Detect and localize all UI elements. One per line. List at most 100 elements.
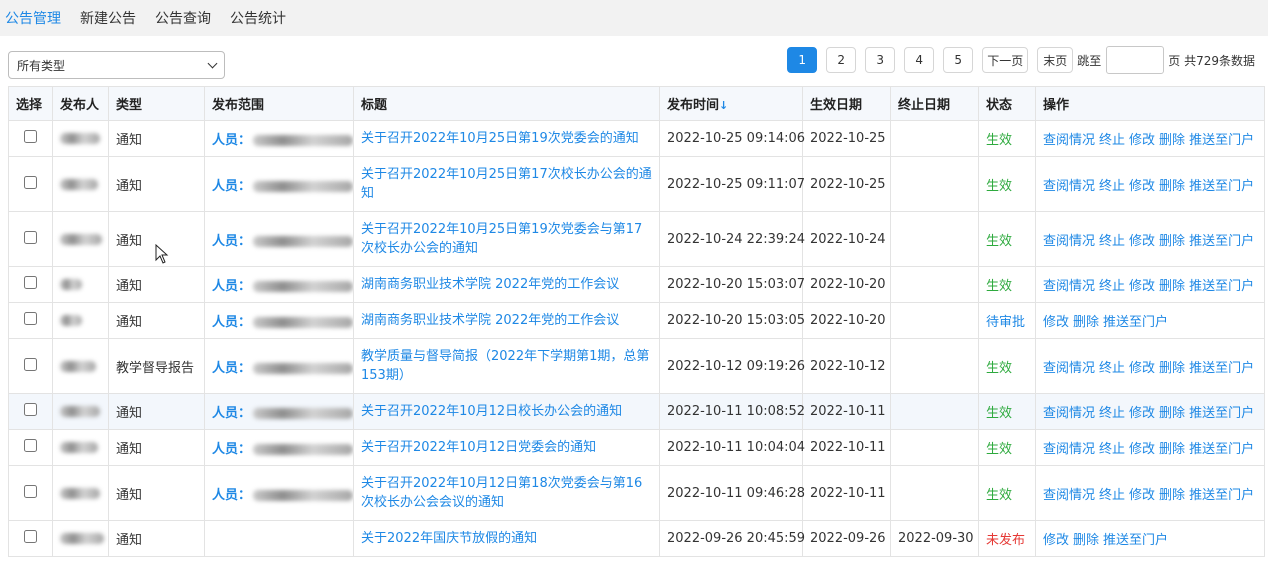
action-link[interactable]: 修改 [1129, 279, 1155, 294]
action-link[interactable]: 推送至门户 [1189, 488, 1254, 503]
next-page-button[interactable]: 下一页 [982, 47, 1029, 73]
row-checkbox[interactable] [24, 230, 37, 244]
row-checkbox[interactable] [24, 403, 37, 416]
title-link[interactable]: 关于召开2022年10月25日第19次党委会的通知 [361, 131, 639, 146]
table-row[interactable]: 通知 人员： 关于召开2022年10月12日校长办公会的通知 2022-10-1… [8, 393, 1265, 430]
end-date-cell [890, 120, 979, 157]
action-link[interactable]: 修改 [1129, 442, 1155, 457]
action-link[interactable]: 删除 [1159, 488, 1185, 503]
nav-new-announcement[interactable]: 新建公告 [80, 8, 136, 28]
title-link[interactable]: 湖南商务职业技术学院 2022年党的工作会议 [361, 313, 619, 328]
action-link[interactable]: 修改 [1043, 533, 1069, 548]
table-row[interactable]: 通知 关于2022年国庆节放假的通知 2022-09-26 20:45:59 2… [8, 520, 1265, 557]
table-row[interactable]: 通知 人员： 湖南商务职业技术学院 2022年党的工作会议 2022-10-20… [8, 266, 1265, 303]
action-link[interactable]: 修改 [1129, 133, 1155, 148]
title-link[interactable]: 湖南商务职业技术学院 2022年党的工作会议 [361, 277, 619, 292]
action-link[interactable]: 删除 [1073, 533, 1099, 548]
table-row[interactable]: 通知 人员： 关于召开2022年10月25日第19次党委会与第17次校长办公会的… [8, 211, 1265, 267]
action-link[interactable]: 删除 [1159, 442, 1185, 457]
action-link[interactable]: 删除 [1073, 315, 1099, 330]
table-row[interactable]: 教学督导报告 人员： 教学质量与督导简报（2022年下学期第1期，总第153期）… [8, 338, 1265, 394]
action-link[interactable]: 删除 [1159, 406, 1185, 421]
page-button-5[interactable]: 5 [943, 47, 974, 73]
row-checkbox[interactable] [24, 439, 37, 452]
action-link[interactable]: 查阅情况 [1043, 442, 1095, 457]
title-link[interactable]: 关于召开2022年10月12日第18次党委会与第16次校长办公会会议的通知 [361, 476, 642, 510]
last-page-button[interactable]: 末页 [1037, 47, 1074, 73]
row-checkbox[interactable] [24, 130, 37, 143]
action-link[interactable]: 推送至门户 [1103, 533, 1168, 548]
col-publish-time[interactable]: 发布时间↓ [659, 86, 803, 121]
select-cell [8, 156, 53, 212]
action-link[interactable]: 终止 [1099, 279, 1125, 294]
status-cell: 生效 [978, 338, 1036, 394]
action-link[interactable]: 终止 [1099, 442, 1125, 457]
action-link[interactable]: 修改 [1129, 234, 1155, 249]
nav-announcement-management[interactable]: 公告管理 [5, 8, 61, 28]
table-row[interactable]: 通知 人员： 关于召开2022年10月12日党委会的通知 2022-10-11 … [8, 429, 1265, 466]
redacted-publisher [60, 133, 100, 144]
action-link[interactable]: 删除 [1159, 234, 1185, 249]
action-link[interactable]: 查阅情况 [1043, 279, 1095, 294]
page-button-4[interactable]: 4 [904, 47, 935, 73]
action-link[interactable]: 删除 [1159, 179, 1185, 194]
row-checkbox[interactable] [24, 312, 37, 325]
action-link[interactable]: 查阅情况 [1043, 234, 1095, 249]
action-link[interactable]: 推送至门户 [1189, 442, 1254, 457]
page-button-1[interactable]: 1 [787, 47, 818, 73]
action-link[interactable]: 查阅情况 [1043, 488, 1095, 503]
action-link[interactable]: 终止 [1099, 488, 1125, 503]
action-link[interactable]: 修改 [1129, 361, 1155, 376]
scope-cell: 人员： [204, 429, 354, 466]
title-link[interactable]: 关于召开2022年10月12日校长办公会的通知 [361, 404, 622, 419]
action-link[interactable]: 删除 [1159, 279, 1185, 294]
action-link[interactable]: 删除 [1159, 361, 1185, 376]
action-link[interactable]: 查阅情况 [1043, 133, 1095, 148]
table-row[interactable]: 通知 人员： 湖南商务职业技术学院 2022年党的工作会议 2022-10-20… [8, 302, 1265, 339]
page-button-2[interactable]: 2 [826, 47, 857, 73]
action-link[interactable]: 修改 [1129, 179, 1155, 194]
row-checkbox[interactable] [24, 175, 37, 189]
action-link[interactable]: 推送至门户 [1189, 361, 1254, 376]
action-link[interactable]: 推送至门户 [1103, 315, 1168, 330]
row-checkbox[interactable] [24, 276, 37, 289]
title-link[interactable]: 教学质量与督导简报（2022年下学期第1期，总第153期） [361, 349, 649, 383]
action-link[interactable]: 修改 [1129, 488, 1155, 503]
action-link[interactable]: 终止 [1099, 406, 1125, 421]
action-link[interactable]: 推送至门户 [1189, 406, 1254, 421]
type-filter-select[interactable]: 所有类型 [8, 51, 225, 79]
actions-cell: 查阅情况 终止 修改 删除 推送至门户 [1035, 393, 1265, 430]
action-link[interactable]: 终止 [1099, 133, 1125, 148]
action-link[interactable]: 删除 [1159, 133, 1185, 148]
nav-announcement-statistics[interactable]: 公告统计 [230, 8, 286, 28]
title-link[interactable]: 关于召开2022年10月25日第17次校长办公会的通知 [361, 167, 652, 201]
table-row[interactable]: 通知 人员： 关于召开2022年10月12日第18次党委会与第16次校长办公会会… [8, 465, 1265, 521]
nav-announcement-query[interactable]: 公告查询 [155, 8, 211, 28]
publish-time-cell: 2022-10-20 15:03:05 [659, 302, 805, 339]
title-link[interactable]: 关于召开2022年10月12日党委会的通知 [361, 440, 596, 455]
action-link[interactable]: 修改 [1129, 406, 1155, 421]
action-link[interactable]: 终止 [1099, 361, 1125, 376]
row-checkbox[interactable] [24, 357, 37, 371]
page-button-3[interactable]: 3 [865, 47, 896, 73]
action-link[interactable]: 查阅情况 [1043, 406, 1095, 421]
action-link[interactable]: 终止 [1099, 179, 1125, 194]
jump-page-input[interactable] [1106, 46, 1165, 74]
row-checkbox[interactable] [24, 484, 37, 498]
scope-label: 人员： [212, 133, 252, 148]
action-link[interactable]: 查阅情况 [1043, 361, 1095, 376]
action-link[interactable]: 推送至门户 [1189, 234, 1254, 249]
action-link[interactable]: 推送至门户 [1189, 179, 1254, 194]
scope-cell: 人员： [204, 465, 354, 521]
action-link[interactable]: 推送至门户 [1189, 133, 1254, 148]
table-row[interactable]: 通知 人员： 关于召开2022年10月25日第17次校长办公会的通知 2022-… [8, 156, 1265, 212]
row-checkbox[interactable] [24, 530, 37, 543]
action-link[interactable]: 修改 [1043, 315, 1069, 330]
action-link[interactable]: 推送至门户 [1189, 279, 1254, 294]
table-row[interactable]: 通知 人员： 关于召开2022年10月25日第19次党委会的通知 2022-10… [8, 120, 1265, 157]
action-link[interactable]: 终止 [1099, 234, 1125, 249]
title-link[interactable]: 关于召开2022年10月25日第19次党委会与第17次校长办公会的通知 [361, 222, 642, 256]
action-link[interactable]: 查阅情况 [1043, 179, 1095, 194]
type-cell: 教学督导报告 [108, 338, 205, 394]
title-link[interactable]: 关于2022年国庆节放假的通知 [361, 531, 537, 546]
